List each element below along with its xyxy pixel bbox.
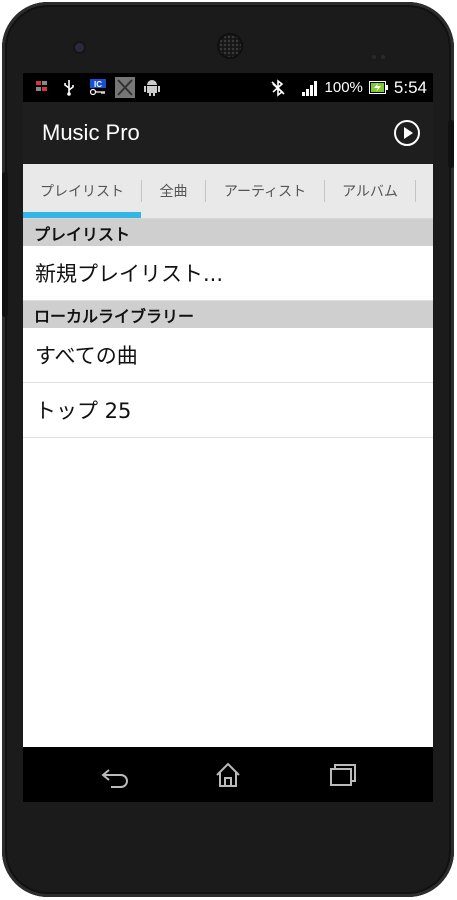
tab-all-songs[interactable]: 全曲 xyxy=(142,164,205,218)
navigation-bar xyxy=(23,747,433,802)
tab-label: アルバム xyxy=(342,184,398,200)
ic-icon: IC xyxy=(89,79,106,96)
volume-button xyxy=(2,172,8,317)
action-bar: Music Pro xyxy=(23,102,433,164)
earpiece-speaker xyxy=(219,35,241,57)
tab-divider xyxy=(415,180,416,202)
tab-artists[interactable]: アーティスト xyxy=(206,164,324,218)
playlist-list: プレイリスト 新規プレイリスト... ローカルライブラリー すべての曲 トップ … xyxy=(23,219,433,747)
status-right: 100% 5:54 xyxy=(269,73,427,102)
sensors xyxy=(372,44,396,59)
list-item-new-playlist[interactable]: 新規プレイリスト... xyxy=(23,246,433,301)
recents-icon[interactable] xyxy=(327,760,359,790)
section-header: ローカルライブラリー xyxy=(23,301,433,328)
clock: 5:54 xyxy=(393,77,427,97)
tab-playlists[interactable]: プレイリスト xyxy=(23,164,141,218)
app-icon xyxy=(115,77,135,98)
android-icon xyxy=(144,80,160,96)
list-item-all-songs[interactable]: すべての曲 xyxy=(23,328,433,383)
tab-bar: プレイリスト 全曲 アーティスト アルバム xyxy=(23,164,433,219)
sim-icon xyxy=(36,81,47,91)
list-item-label: すべての曲 xyxy=(35,344,138,368)
list-item-label: 新規プレイリスト... xyxy=(35,262,224,286)
front-camera xyxy=(75,43,84,52)
tab-label: アーティスト xyxy=(223,184,307,200)
bluetooth-off-icon xyxy=(270,78,285,97)
tab-albums[interactable]: アルバム xyxy=(325,164,415,218)
tab-selected-indicator xyxy=(23,212,141,218)
svg-text:IC: IC xyxy=(94,80,102,89)
power-button xyxy=(448,120,454,168)
section-header: プレイリスト xyxy=(23,219,433,246)
home-icon[interactable] xyxy=(212,760,244,790)
app-title: Music Pro xyxy=(42,120,140,145)
list-item-top-25[interactable]: トップ 25 xyxy=(23,383,433,438)
signal-icon xyxy=(301,80,317,96)
usb-icon xyxy=(64,80,74,96)
battery-percent: 100% xyxy=(324,79,363,96)
section-header-label: プレイリスト xyxy=(34,224,131,244)
battery-icon xyxy=(368,81,388,94)
tab-label: プレイリスト xyxy=(40,184,124,200)
section-header-label: ローカルライブラリー xyxy=(34,306,195,326)
list-item-label: トップ 25 xyxy=(35,399,132,423)
back-icon[interactable] xyxy=(99,760,131,790)
play-circle-icon[interactable] xyxy=(393,119,421,147)
status-bar: IC 100% 5:54 xyxy=(23,73,433,102)
screen: IC 100% 5:54 Music Pro プレイリスト 全曲 アーティスト … xyxy=(23,73,433,802)
tab-label: 全曲 xyxy=(159,184,188,200)
